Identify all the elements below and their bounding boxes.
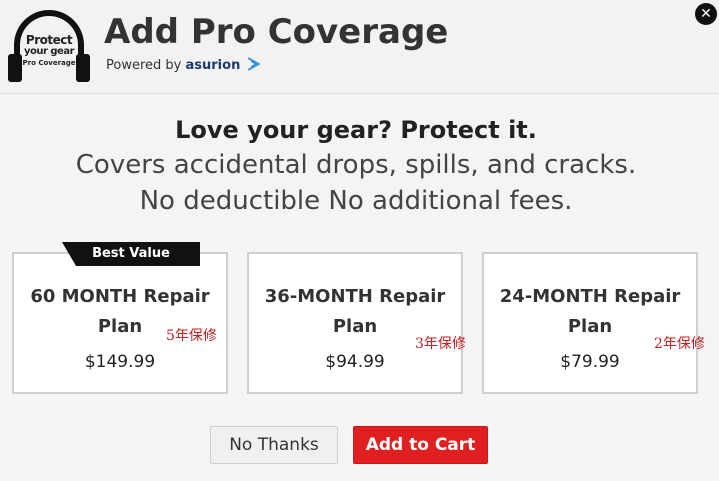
- page-title: Add Pro Coverage: [104, 12, 449, 52]
- plan-card-24-month[interactable]: 24-MONTH Repair Plan $79.99: [482, 252, 698, 394]
- plan-price: $79.99: [560, 352, 620, 372]
- plan-name-line1: 24-MONTH Repair: [499, 286, 681, 307]
- powered-by: Powered by asurion: [106, 57, 262, 73]
- plan-name-line2: Plan: [332, 316, 378, 337]
- add-to-cart-button[interactable]: Add to Cart: [353, 426, 488, 464]
- badge-label: Best Value: [92, 246, 170, 261]
- plan-name-line1: 36-MONTH Repair: [264, 286, 446, 307]
- modal-header: Protect your gear Pro Coverage Add Pro C…: [0, 0, 719, 94]
- no-thanks-button[interactable]: No Thanks: [210, 426, 338, 464]
- warranty-note-3yr: 3年保修: [415, 336, 466, 352]
- logo-line2: your gear: [23, 46, 75, 57]
- logo-text: Protect your gear Pro Coverage: [20, 34, 78, 67]
- warranty-note-2yr: 2年保修: [654, 336, 705, 352]
- plan-price: $94.99: [325, 352, 385, 372]
- warranty-note-5yr: 5年保修: [166, 328, 217, 344]
- plan-name-line1: 60 MONTH Repair: [30, 286, 210, 307]
- plan-card-36-month[interactable]: 36-MONTH Repair Plan $94.99: [247, 252, 463, 394]
- plan-name-line2: Plan: [97, 316, 143, 337]
- asurion-brand: asurion: [185, 58, 241, 73]
- pitch-line-1: Covers accidental drops, spills, and cra…: [75, 150, 637, 180]
- asurion-arrow-icon: [248, 57, 262, 71]
- plan-price: $149.99: [84, 352, 156, 372]
- pitch-headline: Love your gear? Protect it.: [175, 116, 537, 144]
- best-value-badge: Best Value: [62, 242, 200, 266]
- powered-by-label: Powered by: [106, 58, 182, 73]
- headphone-right-cup-icon: [76, 54, 90, 82]
- plan-name-line2: Plan: [567, 316, 613, 337]
- pitch-line-2: No deductible No additional fees.: [139, 186, 573, 216]
- logo-line1: Protect: [25, 33, 73, 47]
- protect-your-gear-logo: Protect your gear Pro Coverage: [8, 10, 90, 82]
- plan-card-60-month[interactable]: 60 MONTH Repair Plan $149.99: [12, 252, 228, 394]
- logo-line3: Pro Coverage: [22, 59, 76, 67]
- close-icon[interactable]: ✕: [695, 3, 717, 25]
